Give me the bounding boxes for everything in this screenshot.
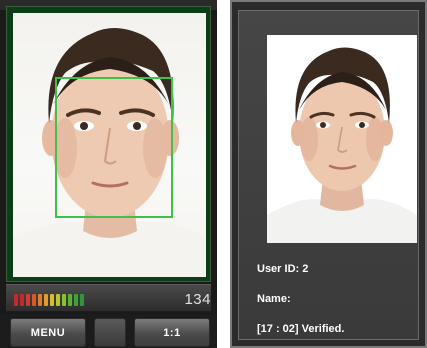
user-name-label: Name:	[257, 293, 291, 305]
meter-segment	[80, 294, 84, 306]
meter-segment	[38, 294, 42, 306]
meter-segment	[56, 294, 60, 306]
meter-segment	[68, 294, 72, 306]
result-panel: User ID: 2 Name: [17 : 02] Verified.	[238, 10, 419, 340]
meter-segment	[44, 294, 48, 306]
meter-segment	[74, 294, 78, 306]
camera-frame	[6, 6, 211, 282]
meter-segment	[14, 294, 18, 306]
enrolled-photo	[267, 35, 417, 243]
camera-preview	[13, 13, 206, 277]
verification-screen: User ID: 2 Name: [17 : 02] Verified.	[230, 0, 427, 348]
meter-segment	[26, 294, 30, 306]
softkey-row: MENU 1:1	[0, 314, 217, 348]
user-photo	[267, 35, 417, 243]
menu-button[interactable]: MENU	[10, 318, 86, 347]
meter-segments	[14, 294, 84, 306]
meter-segment	[20, 294, 24, 306]
capture-screen: 134 MENU 1:1	[0, 0, 217, 348]
meter-segment	[32, 294, 36, 306]
face-detection-box	[55, 77, 173, 218]
meter-segment	[62, 294, 66, 306]
user-id-label: User ID: 2	[257, 263, 309, 275]
quality-meter: 134	[6, 284, 211, 312]
verify-mode-button[interactable]: 1:1	[134, 318, 210, 347]
verification-status: [17 : 02] Verified.	[257, 323, 345, 335]
meter-segment	[50, 294, 54, 306]
center-key[interactable]	[94, 318, 126, 347]
meter-value: 134	[184, 291, 211, 308]
